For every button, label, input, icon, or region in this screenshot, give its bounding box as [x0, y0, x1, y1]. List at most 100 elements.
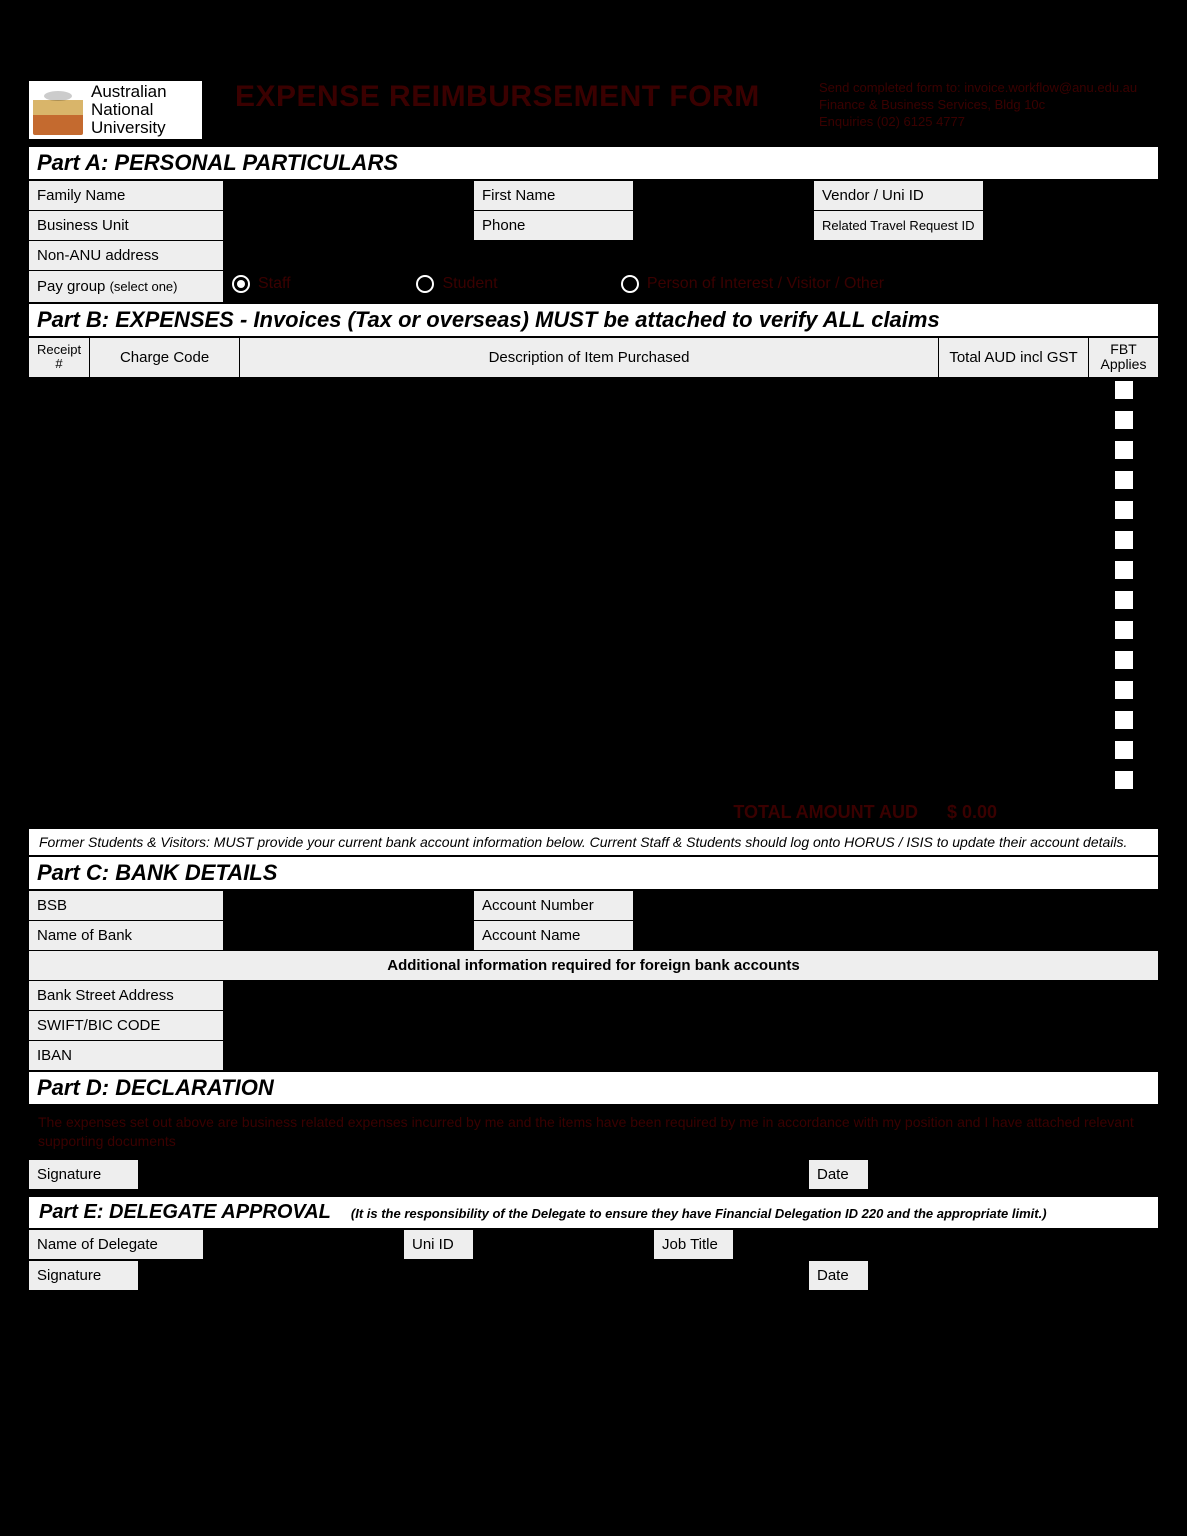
- fbt-checkbox[interactable]: [1114, 470, 1134, 490]
- input-phone[interactable]: [634, 211, 814, 241]
- fbt-checkbox[interactable]: [1114, 680, 1134, 700]
- bank-note: Former Students & Visitors: MUST provide…: [28, 828, 1159, 856]
- input-bank-name[interactable]: [224, 920, 474, 950]
- input-e-signature[interactable]: [139, 1260, 809, 1290]
- cell-desc[interactable]: [240, 377, 939, 407]
- fbt-checkbox[interactable]: [1114, 530, 1134, 550]
- cell-receipt[interactable]: [29, 767, 90, 797]
- input-swift[interactable]: [224, 1010, 1159, 1040]
- cell-fbt: [1089, 377, 1159, 407]
- cell-total[interactable]: [939, 647, 1089, 677]
- cell-receipt[interactable]: [29, 737, 90, 767]
- input-family-name[interactable]: [224, 181, 474, 211]
- input-business-unit[interactable]: [224, 211, 474, 241]
- fbt-checkbox[interactable]: [1114, 440, 1134, 460]
- cell-total[interactable]: [939, 407, 1089, 437]
- fbt-checkbox[interactable]: [1114, 710, 1134, 730]
- cell-desc[interactable]: [240, 767, 939, 797]
- input-bsb[interactable]: [224, 890, 474, 920]
- cell-charge[interactable]: [90, 587, 240, 617]
- cell-receipt[interactable]: [29, 497, 90, 527]
- cell-total[interactable]: [939, 437, 1089, 467]
- cell-receipt[interactable]: [29, 617, 90, 647]
- delegate-sig-table: Signature Date: [28, 1260, 1159, 1291]
- input-delegate-job[interactable]: [734, 1229, 1159, 1259]
- cell-receipt[interactable]: [29, 437, 90, 467]
- cell-desc[interactable]: [240, 737, 939, 767]
- cell-charge[interactable]: [90, 557, 240, 587]
- input-delegate-uniid[interactable]: [474, 1229, 654, 1259]
- cell-charge[interactable]: [90, 647, 240, 677]
- fbt-checkbox[interactable]: [1114, 410, 1134, 430]
- cell-receipt[interactable]: [29, 527, 90, 557]
- fbt-checkbox[interactable]: [1114, 590, 1134, 610]
- cell-receipt[interactable]: [29, 467, 90, 497]
- cell-total[interactable]: [939, 767, 1089, 797]
- fbt-checkbox[interactable]: [1114, 560, 1134, 580]
- cell-total[interactable]: [939, 467, 1089, 497]
- cell-charge[interactable]: [90, 617, 240, 647]
- cell-charge[interactable]: [90, 677, 240, 707]
- cell-desc[interactable]: [240, 677, 939, 707]
- cell-desc[interactable]: [240, 527, 939, 557]
- input-d-date[interactable]: [869, 1159, 1159, 1189]
- cell-desc[interactable]: [240, 647, 939, 677]
- header-info-line3: Enquiries (02) 6125 4777: [819, 114, 1159, 131]
- fbt-checkbox[interactable]: [1114, 650, 1134, 670]
- cell-receipt[interactable]: [29, 677, 90, 707]
- cell-receipt[interactable]: [29, 407, 90, 437]
- cell-desc[interactable]: [240, 437, 939, 467]
- input-d-signature[interactable]: [139, 1159, 809, 1189]
- cell-desc[interactable]: [240, 707, 939, 737]
- input-non-anu[interactable]: [224, 241, 1159, 271]
- cell-receipt[interactable]: [29, 647, 90, 677]
- input-bank-street[interactable]: [224, 980, 1159, 1010]
- input-delegate-name[interactable]: [204, 1229, 404, 1259]
- radio-staff[interactable]: [232, 275, 250, 293]
- cell-charge[interactable]: [90, 407, 240, 437]
- input-e-date[interactable]: [869, 1260, 1159, 1290]
- input-acct-no[interactable]: [634, 890, 1159, 920]
- cell-total[interactable]: [939, 737, 1089, 767]
- cell-receipt[interactable]: [29, 557, 90, 587]
- cell-desc[interactable]: [240, 587, 939, 617]
- fbt-checkbox[interactable]: [1114, 500, 1134, 520]
- cell-charge[interactable]: [90, 707, 240, 737]
- cell-charge[interactable]: [90, 737, 240, 767]
- cell-total[interactable]: [939, 677, 1089, 707]
- cell-receipt[interactable]: [29, 587, 90, 617]
- cell-total[interactable]: [939, 557, 1089, 587]
- fbt-checkbox[interactable]: [1114, 770, 1134, 790]
- input-iban[interactable]: [224, 1040, 1159, 1070]
- cell-desc[interactable]: [240, 497, 939, 527]
- cell-total[interactable]: [939, 377, 1089, 407]
- cell-desc[interactable]: [240, 617, 939, 647]
- cell-total[interactable]: [939, 617, 1089, 647]
- input-vendor-id[interactable]: [984, 181, 1159, 211]
- cell-charge[interactable]: [90, 437, 240, 467]
- fbt-checkbox[interactable]: [1114, 380, 1134, 400]
- radio-student[interactable]: [416, 275, 434, 293]
- total-blank: [1089, 797, 1159, 827]
- input-travel-id[interactable]: [984, 211, 1159, 241]
- cell-total[interactable]: [939, 587, 1089, 617]
- cell-desc[interactable]: [240, 467, 939, 497]
- cell-total[interactable]: [939, 497, 1089, 527]
- input-first-name[interactable]: [634, 181, 814, 211]
- cell-charge[interactable]: [90, 377, 240, 407]
- cell-charge[interactable]: [90, 467, 240, 497]
- cell-desc[interactable]: [240, 557, 939, 587]
- cell-total[interactable]: [939, 527, 1089, 557]
- radio-other[interactable]: [621, 275, 639, 293]
- expense-row: [29, 557, 1159, 587]
- cell-receipt[interactable]: [29, 377, 90, 407]
- cell-total[interactable]: [939, 707, 1089, 737]
- input-acct-name[interactable]: [634, 920, 1159, 950]
- cell-charge[interactable]: [90, 767, 240, 797]
- fbt-checkbox[interactable]: [1114, 740, 1134, 760]
- cell-charge[interactable]: [90, 497, 240, 527]
- cell-receipt[interactable]: [29, 707, 90, 737]
- cell-charge[interactable]: [90, 527, 240, 557]
- fbt-checkbox[interactable]: [1114, 620, 1134, 640]
- cell-desc[interactable]: [240, 407, 939, 437]
